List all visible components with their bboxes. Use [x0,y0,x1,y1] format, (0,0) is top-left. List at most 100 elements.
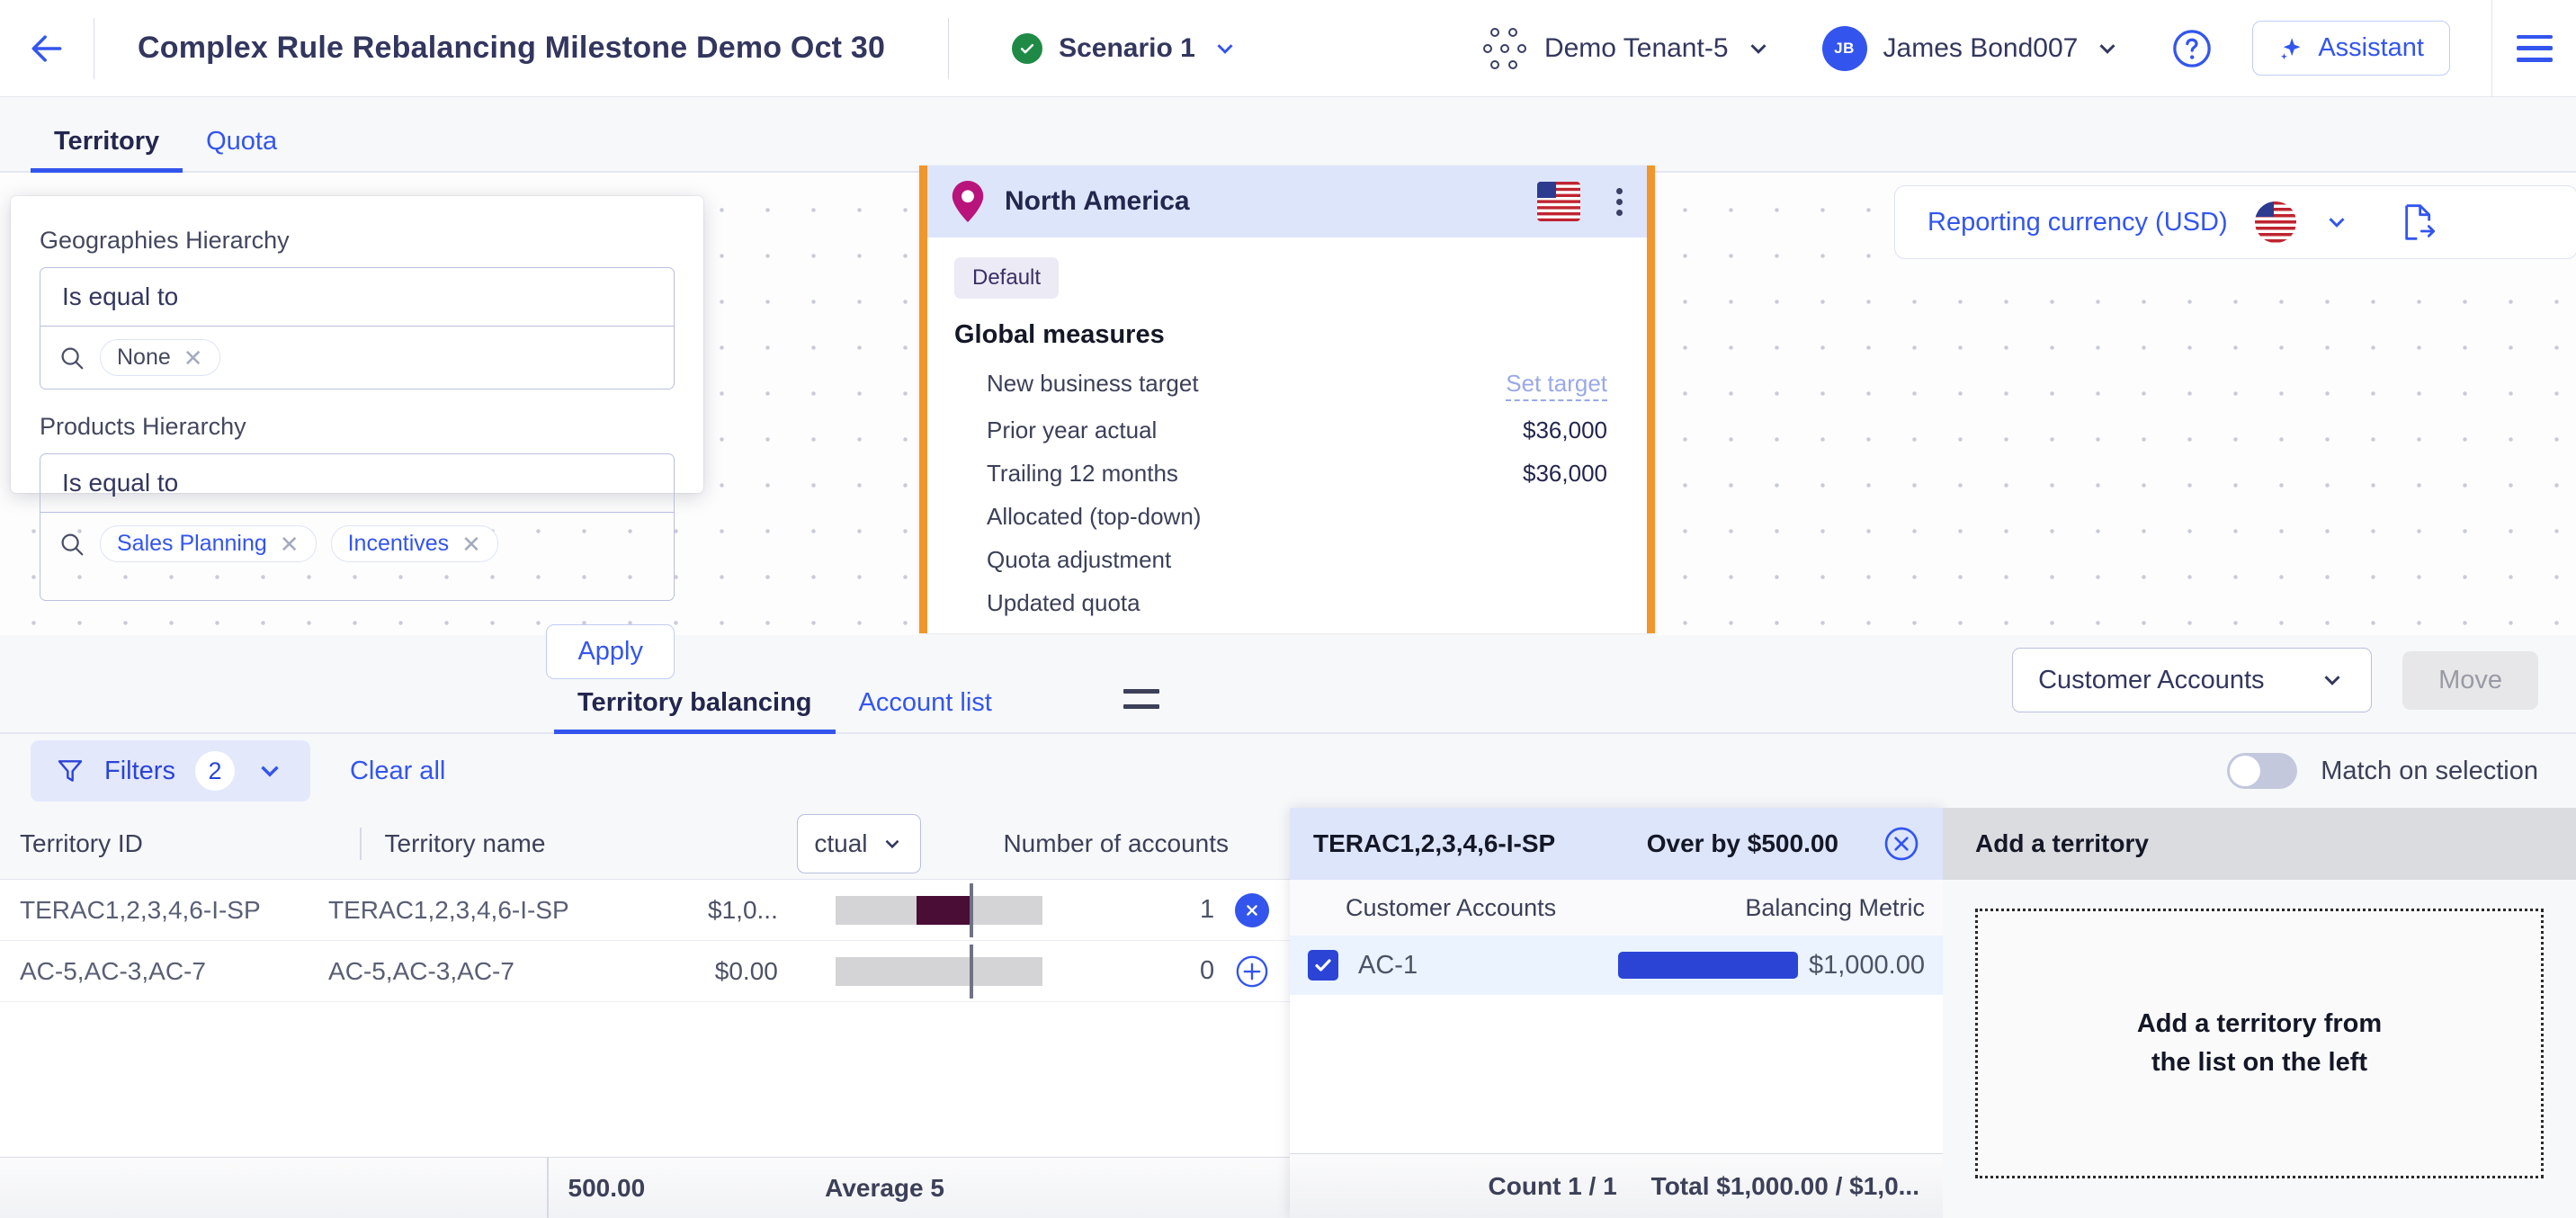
geographies-hierarchy-label: Geographies Hierarchy [40,227,290,254]
actual-metric-select[interactable]: ctual [797,813,921,873]
chevron-down-icon [2324,676,2340,685]
equals-drag-handle-icon[interactable] [1123,689,1159,709]
dropzone-line-2: the list on the left [2151,1048,2368,1077]
geographies-token-input[interactable]: None ✕ [40,327,675,390]
top-bar: Complex Rule Rebalancing Milestone Demo … [0,0,2576,97]
reporting-currency-label[interactable]: Reporting currency (USD) [1928,208,2228,237]
tenant-name: Demo Tenant-5 [1543,32,1729,63]
measure-label: Quota adjustment [987,546,1172,573]
measure-row: Prior year actual $36,000 [954,416,1620,444]
filter-token-label: Sales Planning [117,531,267,556]
footer-total: Total $1,000.00 / $1,0... [1650,1171,1919,1200]
cell-balance-bar [800,882,1124,937]
tab-account-list[interactable]: Account list [836,688,1015,732]
products-operator-select[interactable]: Is equal to [40,453,675,513]
measure-row: Updated quota [954,589,1620,617]
balancing-metric-bar [1617,952,1798,979]
measure-row: New business target Set target [954,370,1620,401]
funnel-icon [58,760,83,782]
file-export-icon[interactable] [2401,202,2437,242]
column-header-territory-id[interactable]: Territory ID [0,829,360,858]
location-pin-icon [952,181,984,222]
primary-tab-bar: Territory Quota [0,97,2576,173]
set-target-link[interactable]: Set target [1506,370,1607,401]
cell-amount: $1,0... [708,895,778,924]
row-checkbox[interactable] [1308,950,1338,981]
measure-row: Trailing 12 months $36,000 [954,460,1620,488]
measure-label: Allocated (top-down) [987,503,1202,530]
column-header-territory-name[interactable]: Territory name [362,829,730,858]
add-territory-panel: Add a territory Add a territory from the… [1943,808,2576,1218]
tab-territory-balancing[interactable]: Territory balancing [554,688,836,734]
account-name: AC-1 [1358,950,1418,980]
panel-title: TERAC1,2,3,4,6-I-SP [1313,829,1556,857]
chevron-down-icon [261,766,279,777]
measure-label: Prior year actual [987,416,1158,443]
list-item[interactable]: AC-1 $1,000.00 [1290,936,1943,995]
sparkle-icon [2281,37,2301,59]
territory-table: Territory ID Territory name ctual Number… [0,808,1290,1218]
tenant-selector[interactable]: Demo Tenant-5 [1482,27,1772,69]
reporting-currency-bar: Reporting currency (USD) [1894,185,2576,259]
cell-account-count: 1 [1199,895,1215,924]
dimension-select[interactable]: Customer Accounts [2012,648,2373,712]
close-circle-icon[interactable] [1883,826,1919,862]
tab-quota[interactable]: Quota [183,127,300,171]
assistant-button[interactable]: Assistant [2252,21,2450,76]
territory-card[interactable]: North America Default Global measures Ne… [919,166,1655,633]
column-header-number-of-accounts[interactable]: Number of accounts [943,829,1291,858]
table-header-row: Territory ID Territory name ctual Number… [0,808,1290,880]
page-title: Complex Rule Rebalancing Milestone Demo … [138,31,886,65]
filter-popover: Geographies Hierarchy Is equal to None ✕… [11,196,703,679]
us-flag-round-icon [2254,202,2296,243]
filter-token[interactable]: Sales Planning ✕ [100,525,317,562]
filter-token-label: Incentives [347,531,450,556]
footer-total: 500.00 [568,1173,646,1202]
dimension-select-value: Customer Accounts [2038,665,2265,694]
measure-label: Trailing 12 months [987,460,1178,487]
hamburger-menu-icon [2516,34,2553,62]
move-button[interactable]: Move [2402,650,2538,710]
bar-background [835,882,1042,937]
match-on-selection-label: Match on selection [2321,756,2538,785]
geographies-operator-select[interactable]: Is equal to [40,267,675,327]
cell-territory-name: AC-5,AC-3,AC-7 [328,956,514,985]
table-row[interactable]: TERAC1,2,3,4,6-I-SP TERAC1,2,3,4,6-I-SP … [0,880,1290,941]
search-icon [61,533,84,556]
add-circle-icon[interactable] [1235,954,1269,989]
user-name: James Bond007 [1883,32,2079,63]
footer-average: Average 5 [825,1173,944,1202]
filter-token[interactable]: None ✕ [100,339,220,376]
bar-midline [970,882,974,937]
filters-label: Filters [104,756,175,785]
territory-card-header: North America [927,166,1647,237]
close-icon[interactable]: ✕ [461,533,481,556]
close-icon[interactable]: ✕ [183,346,203,370]
us-flag-icon [1537,182,1580,221]
account-balancing-panel: TERAC1,2,3,4,6-I-SP Over by $500.00 Cust… [1290,808,1943,1218]
clear-all-button[interactable]: Clear all [350,757,445,786]
filters-button[interactable]: Filters 2 [31,740,310,802]
arrow-left-icon [31,34,62,62]
cell-action [1214,954,1290,989]
kebab-menu-icon[interactable] [1616,187,1627,216]
measure-value: $36,000 [1523,416,1607,443]
products-token-input[interactable]: Sales Planning ✕ Incentives ✕ [40,513,675,601]
user-menu[interactable]: JB James Bond007 [1821,25,2122,71]
match-on-selection-toggle[interactable] [2227,753,2298,789]
question-circle-icon[interactable] [2171,28,2213,69]
remove-circle-icon[interactable] [1235,892,1270,927]
tab-territory[interactable]: Territory [31,127,183,173]
back-button[interactable] [0,0,94,97]
bar-midline [970,944,974,999]
hamburger-menu-button[interactable] [2491,0,2576,97]
cell-territory-id: TERAC1,2,3,4,6-I-SP [20,895,261,924]
table-row[interactable]: AC-5,AC-3,AC-7 AC-5,AC-3,AC-7 $0.00 0 [0,941,1290,1002]
scenario-selector[interactable]: Scenario 1 [1012,32,1239,64]
filter-token[interactable]: Incentives ✕ [330,525,498,562]
territory-dropzone[interactable]: Add a territory from the list on the lef… [1975,909,2544,1178]
close-icon[interactable]: ✕ [280,533,300,556]
cell-action [1214,892,1290,927]
chevron-down-icon[interactable] [2323,209,2350,236]
apply-button[interactable]: Apply [546,624,675,679]
